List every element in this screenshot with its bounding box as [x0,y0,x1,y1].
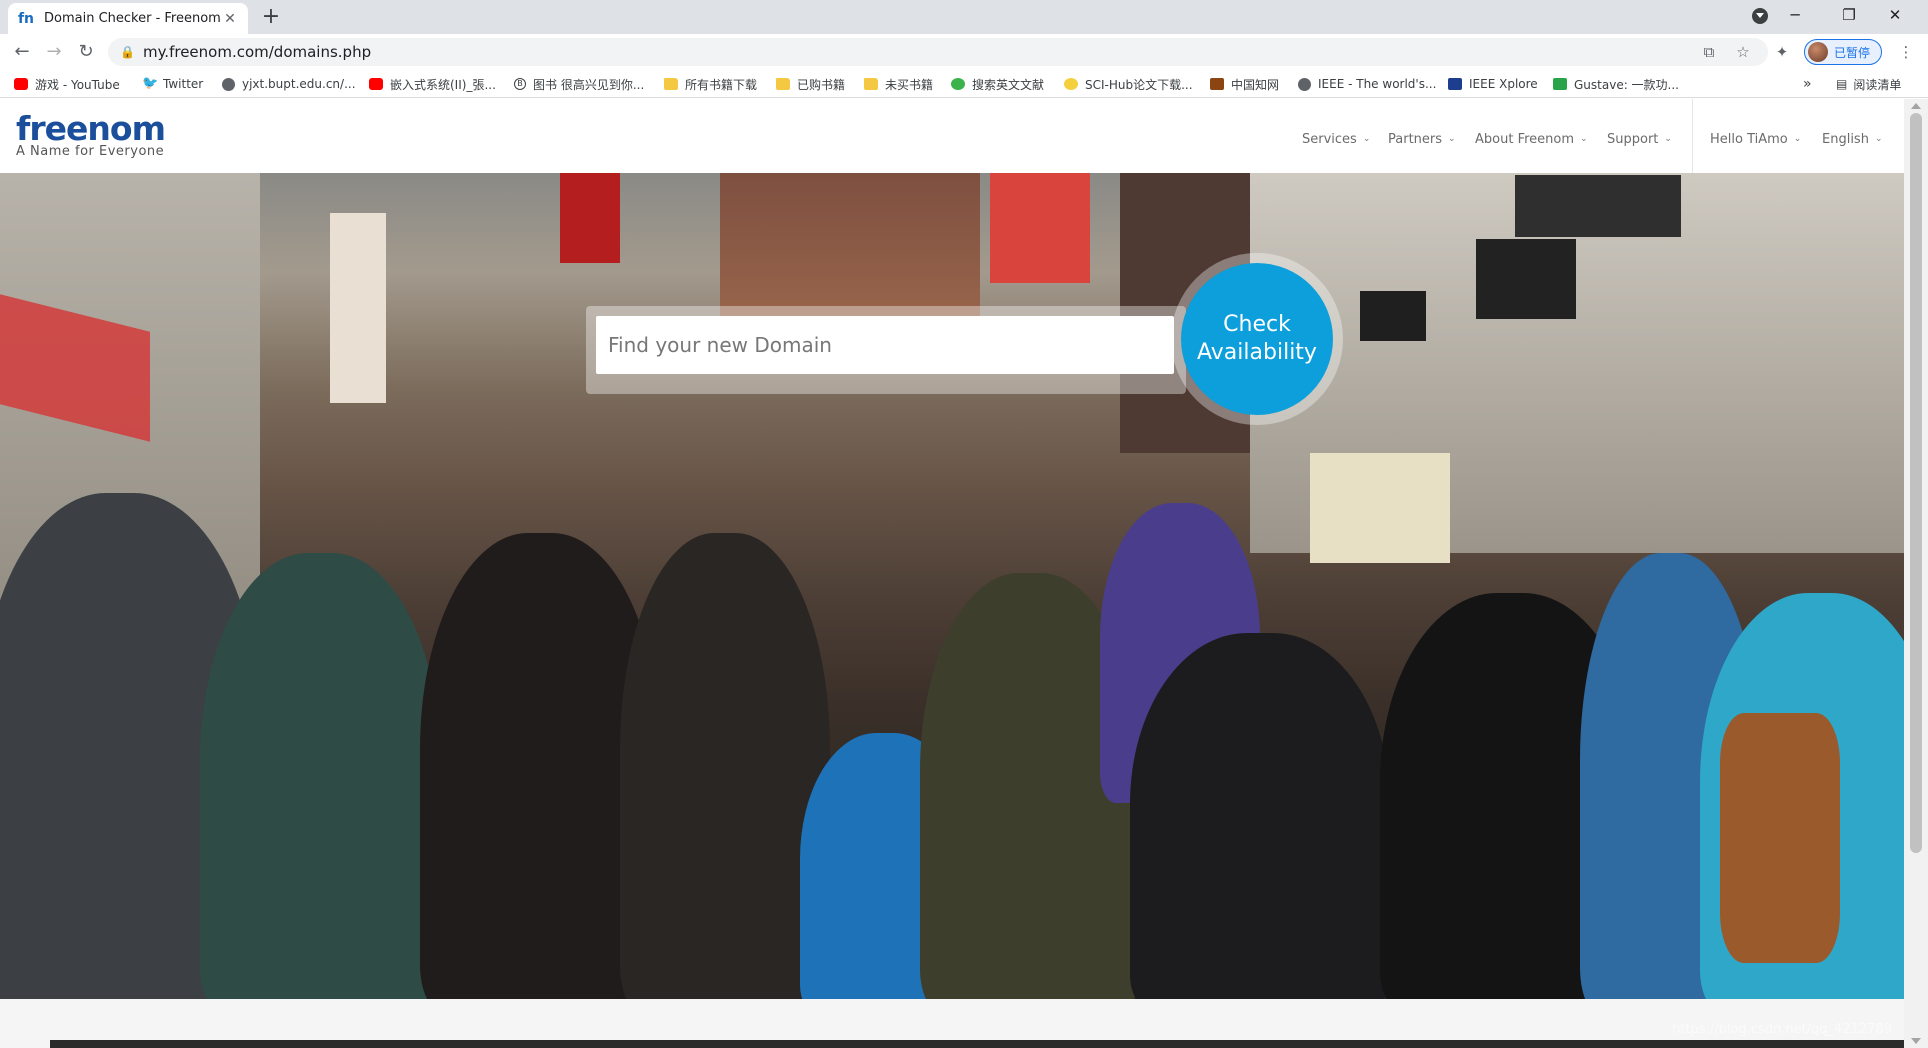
scroll-up-icon[interactable] [1911,103,1921,109]
scihub-icon [1064,78,1078,90]
forward-icon[interactable]: → [42,40,66,64]
globe-icon [222,77,235,91]
check-availability-label-line2: Availability [1197,340,1317,365]
minimize-icon[interactable]: ─ [1772,0,1818,30]
bottom-strip [50,1040,1904,1048]
restaurant-sign [1310,453,1450,563]
bookmark-item[interactable]: 搜索英文文献 [951,75,1044,93]
bookmark-item[interactable]: 游戏 - YouTube [14,75,120,93]
bookmark-folder[interactable]: 所有书籍下载 [664,75,757,93]
chevron-down-icon: ⌄ [1362,134,1371,144]
tab-search-icon[interactable] [1752,8,1768,24]
ieee-icon [1448,78,1462,90]
folder-icon [776,78,790,90]
trend-sign [1476,239,1576,319]
nav-about[interactable]: About Freenom ⌄ [1475,129,1588,149]
crowd-person [620,533,830,999]
page-scrollbar[interactable] [1904,99,1928,1048]
restore-icon[interactable]: ❐ [1826,0,1872,30]
crowd-person [200,553,440,999]
lock-icon[interactable]: 🔒 [120,45,135,59]
youtube-icon [369,78,383,90]
bookmark-star-icon[interactable]: ☆ [1731,40,1755,64]
bookmark-item[interactable]: yjxt.bupt.edu.cn/... [222,75,356,93]
bookmark-item[interactable]: Gustave: 一款功... [1553,75,1679,93]
bookmark-item[interactable]: 中国知网 [1210,75,1279,93]
bookmark-item[interactable]: B 图书 很高兴见到你... [514,75,644,93]
translate-icon[interactable]: ⧉ [1697,40,1721,64]
back-icon[interactable]: ← [10,40,34,64]
chevron-down-icon: ⌄ [1664,134,1672,144]
check-availability-label-line1: Check [1223,312,1291,337]
reading-list-icon: ▤ [1836,77,1848,91]
close-window-icon[interactable]: ✕ [1872,0,1918,30]
freenom-logo[interactable]: freenom A Name for Everyone [16,109,166,160]
red-sign [560,173,620,263]
bookmark-item[interactable]: SCI-Hub论文下载... [1064,75,1193,93]
folder-icon [664,78,678,90]
chevron-down-icon: ⌄ [1793,134,1802,144]
profile-status: 已暂停 [1834,45,1871,60]
check-availability-button[interactable]: Check Availability [1171,253,1343,425]
gustave-icon [1553,78,1567,90]
chevron-down-icon: ⌄ [1874,134,1883,144]
logo-wordmark: freenom [16,109,166,148]
reload-icon[interactable]: ↻ [74,40,98,64]
menu-icon[interactable]: ⋮ [1894,40,1918,64]
bookmark-folder[interactable]: 未买书籍 [864,75,933,93]
new-tab-button[interactable]: + [258,5,284,31]
b-icon: B [514,78,526,90]
crowd-bag [1720,713,1840,963]
nav-account[interactable]: Hello TiAmo ⌄ [1710,129,1801,149]
youtube-icon [14,78,28,90]
tab-title: Domain Checker - Freenom [44,11,221,26]
domain-search-box [586,306,1186,394]
profile-button[interactable]: 已暂停 [1804,39,1882,65]
globe-icon [1298,77,1311,91]
bookmark-item[interactable]: IEEE - The world's... [1298,75,1436,93]
folder-icon [864,78,878,90]
logo-tagline: A Name for Everyone [16,144,165,159]
search-papers-icon [951,78,965,90]
bookmark-item[interactable]: IEEE Xplore [1448,75,1538,93]
bookmark-item[interactable]: 🐦 Twitter [142,75,203,93]
lagkagehuset-sign [1515,175,1681,237]
address-bar[interactable]: 🔒 my.freenom.com/domains.php [108,38,1768,66]
nav-divider [1692,99,1693,173]
nav-support[interactable]: Support ⌄ [1607,129,1672,149]
scrollbar-thumb[interactable] [1910,113,1922,853]
chevron-down-icon: ⌄ [1580,134,1588,144]
chevron-down-icon: ⌄ [1448,134,1456,144]
browser-toolbar: ← → ↻ 🔒 my.freenom.com/domains.php ⧉ ☆ ✦… [0,34,1928,70]
cnki-icon [1210,78,1224,90]
bookmark-folder[interactable]: 已购书籍 [776,75,845,93]
avatar [1808,42,1828,62]
crowd-person [1130,633,1390,999]
bookmarks-bar: 游戏 - YouTube 🐦 Twitter yjxt.bupt.edu.cn/.… [0,70,1928,98]
browser-tab-strip: fn Domain Checker - Freenom ✕ + ─ ❐ ✕ [0,0,1928,34]
page-below-hero [0,999,1904,1048]
domain-search-input[interactable] [596,316,1174,374]
extensions-icon[interactable]: ✦ [1770,40,1794,64]
nav-language[interactable]: English ⌄ [1822,129,1883,149]
hero-banner: Check Availability [0,173,1904,999]
red-banner [990,173,1090,283]
url-text: my.freenom.com/domains.php [142,43,372,61]
reading-list-button[interactable]: ▤ 阅读清单 [1836,75,1901,93]
bookmark-item[interactable]: 嵌入式系统(II)_張... [369,75,496,93]
nav-partners[interactable]: Partners ⌄ [1388,129,1456,149]
twitter-icon: 🐦 [142,76,159,91]
scroll-down-icon[interactable] [1911,1038,1921,1044]
bookmarks-overflow-button[interactable]: » [1803,75,1812,93]
close-tab-icon[interactable]: ✕ [222,11,238,27]
site-header: freenom A Name for Everyone Services ⌄ Pa… [0,99,1904,173]
hayat-sign [330,213,386,403]
freenom-favicon-icon: fn [17,10,35,27]
watermark-text: https://blog.csdn.net/qq_4212789 [1672,1022,1892,1037]
browser-tab[interactable]: fn Domain Checker - Freenom ✕ [8,3,248,34]
loftet-sign [1360,291,1426,341]
nav-services[interactable]: Services ⌄ [1302,129,1370,149]
